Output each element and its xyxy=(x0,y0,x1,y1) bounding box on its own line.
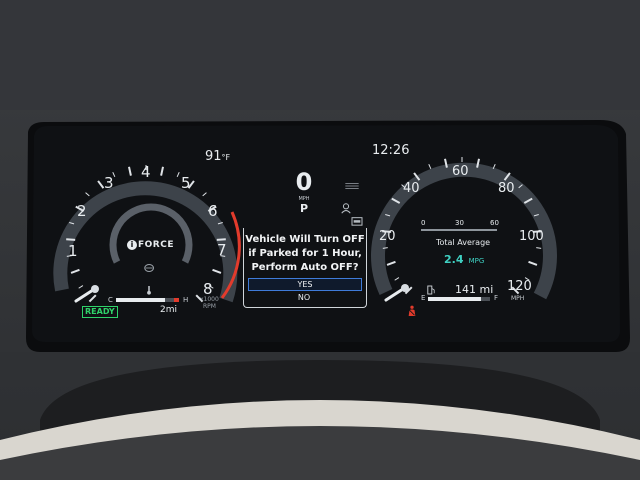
speed-tick-label: 120 xyxy=(507,279,532,294)
mpg-scale-label: 60 xyxy=(490,219,499,227)
speed-needle xyxy=(384,284,409,302)
seatbelt-warning-icon xyxy=(408,305,416,316)
fuel-full-label: F xyxy=(494,294,499,302)
speed-tick-mark xyxy=(394,277,400,281)
speed-tick-mark xyxy=(536,247,542,249)
speed-tick-label: 60 xyxy=(452,164,469,179)
fuel-range: 141 mi xyxy=(455,283,494,296)
speed-unit-label: MPH xyxy=(511,295,525,302)
speed-tick-mark xyxy=(528,260,538,266)
speed-tick-mark xyxy=(386,260,396,266)
total-average-label: Total Average xyxy=(436,238,491,247)
mpg-scale-label: 30 xyxy=(455,219,464,227)
speed-tick-label: 20 xyxy=(379,229,396,244)
speedometer xyxy=(371,157,557,300)
speed-tick-mark xyxy=(382,247,388,249)
fuel-gauge-fill xyxy=(428,297,481,301)
speed-tick-mark xyxy=(428,164,432,169)
mpg-value: 2.4 xyxy=(444,253,464,266)
mpg-unit: MPG xyxy=(468,257,485,265)
speed-tick-label: 40 xyxy=(403,181,420,196)
fuel-empty-label: E xyxy=(421,294,426,302)
mpg-readout: 2.4 MPG xyxy=(444,248,484,267)
speed-tick-label: 80 xyxy=(498,181,515,196)
speed-tick-label: 100 xyxy=(519,229,544,244)
fuel-pump-icon xyxy=(427,285,435,295)
fuel-gauge-bar xyxy=(428,297,490,301)
mpg-scale-label: 0 xyxy=(421,219,426,227)
mpg-scale-bar xyxy=(421,229,497,231)
